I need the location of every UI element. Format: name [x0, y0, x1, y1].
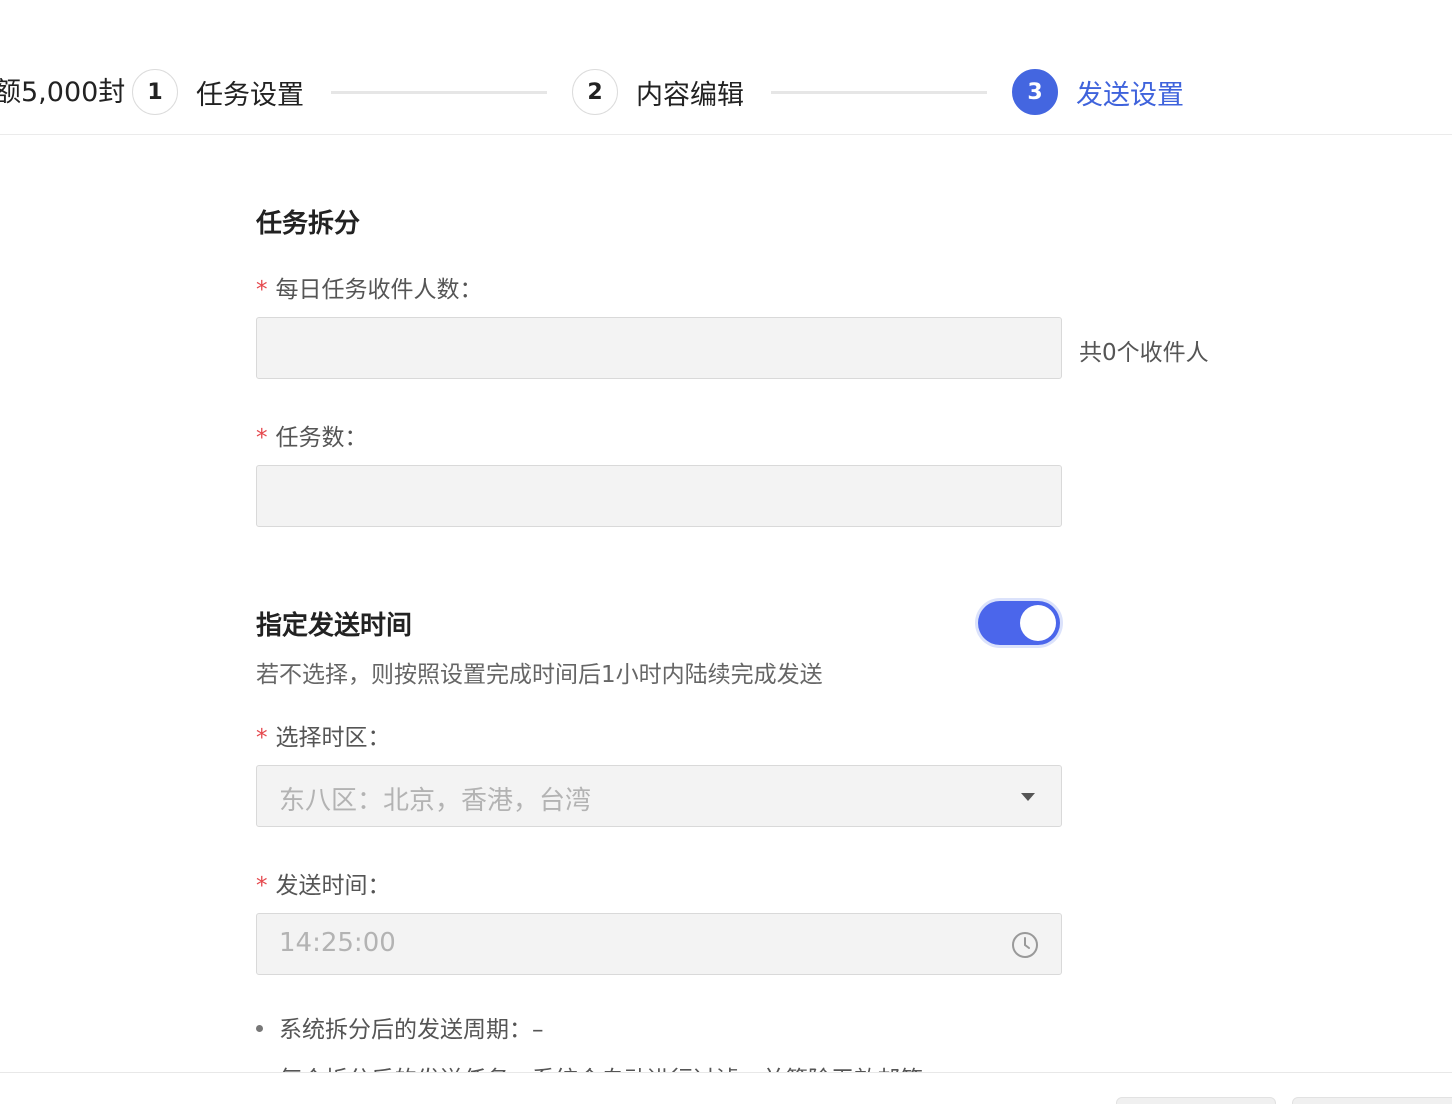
step-task-settings[interactable]: 1 任务设置 [132, 68, 304, 116]
step-label: 发送设置 [1076, 79, 1184, 111]
step-connector [331, 91, 547, 94]
bullet-icon [256, 1025, 263, 1032]
send-time-picker[interactable]: 14:25:00 [256, 913, 1062, 975]
required-mark: * [256, 873, 268, 899]
task-count-input[interactable] [256, 465, 1062, 527]
task-split-title: 任务拆分 [256, 209, 361, 239]
step-content-edit[interactable]: 2 内容编辑 [572, 68, 744, 116]
step-label: 内容编辑 [636, 79, 744, 111]
chevron-down-icon [1021, 793, 1035, 801]
daily-recipients-label: * 每日任务收件人数： [256, 277, 483, 303]
recipient-count-text: 共0个收件人 [1079, 340, 1209, 366]
footer-secondary-button[interactable] [1116, 1097, 1276, 1104]
daily-recipients-input[interactable] [256, 317, 1062, 379]
send-cycle-note: 系统拆分后的发送周期：– [256, 1010, 544, 1044]
timezone-value: 东八区：北京，香港，台湾 [279, 786, 592, 816]
clock-icon [1012, 932, 1038, 958]
step-number: 1 [132, 69, 178, 115]
timezone-label: * 选择时区： [256, 725, 391, 751]
task-count-label: * 任务数： [256, 425, 368, 451]
footer-bar [0, 1072, 1452, 1104]
step-label: 任务设置 [196, 79, 304, 111]
send-settings-page: 额5,000封 1 任务设置 2 内容编辑 3 发送设置 任务拆分 * 每日任务收… [0, 0, 1452, 1104]
step-connector [771, 91, 987, 94]
steps-header: 额5,000封 1 任务设置 2 内容编辑 3 发送设置 [0, 0, 1452, 135]
schedule-hint: 若不选择，则按照设置完成时间后1小时内陆续完成发送 [256, 662, 823, 688]
send-time-label: * 发送时间： [256, 873, 391, 899]
step-number: 3 [1012, 69, 1058, 115]
required-mark: * [256, 725, 268, 751]
quota-text: 额5,000封 [0, 77, 126, 108]
step-number: 2 [572, 69, 618, 115]
schedule-toggle[interactable] [978, 601, 1060, 645]
step-send-settings[interactable]: 3 发送设置 [1012, 68, 1184, 116]
required-mark: * [256, 277, 268, 303]
footer-primary-button[interactable] [1292, 1097, 1452, 1104]
required-mark: * [256, 425, 268, 451]
send-time-value: 14:25:00 [279, 928, 396, 958]
timezone-select[interactable]: 东八区：北京，香港，台湾 [256, 765, 1062, 827]
schedule-title: 指定发送时间 [256, 611, 413, 641]
toggle-knob [1020, 605, 1056, 641]
